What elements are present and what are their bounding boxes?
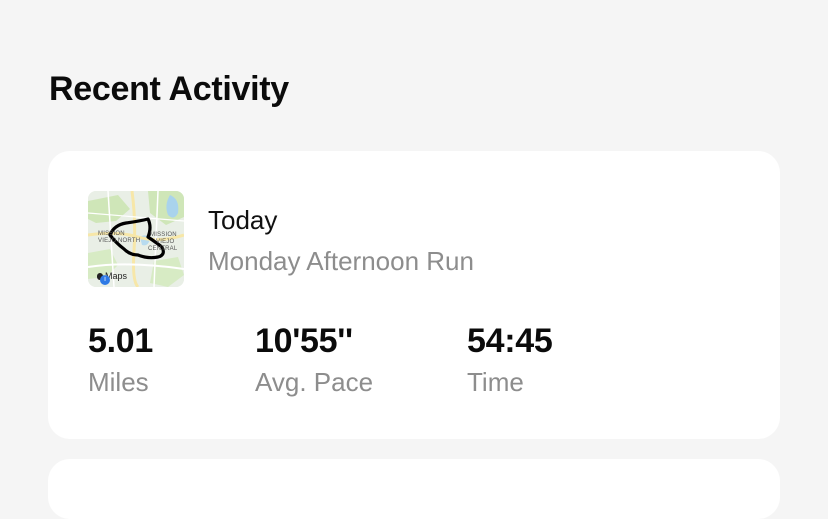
stat-pace: 10'55'' Avg. Pace (255, 321, 373, 397)
map-place-label: NORTH (118, 238, 141, 244)
legal-info-icon[interactable]: i (100, 275, 110, 285)
stat-pace-label: Avg. Pace (255, 367, 374, 397)
map-place-label: CENTRAL (148, 246, 178, 252)
activity-card[interactable]: MISSION VIEJO NORTH MISSION VIEJO CENTRA… (48, 151, 780, 439)
activity-date: Today (208, 205, 278, 235)
stat-time-value: 54:45 (467, 322, 553, 360)
map-place-label: VIEJO (156, 239, 175, 245)
map-place-label: VIEJO (98, 238, 117, 244)
stat-time: 54:45 Time (467, 321, 553, 397)
route-map-thumbnail[interactable]: MISSION VIEJO NORTH MISSION VIEJO CENTRA… (88, 191, 184, 287)
stat-distance-label: Miles (88, 367, 149, 397)
stat-pace-value: 10'55'' (255, 322, 353, 360)
stat-distance: 5.01 Miles (88, 321, 153, 397)
map-place-label: MISSION (98, 231, 125, 237)
section-title: Recent Activity (49, 70, 289, 108)
map-place-label: MISSION (150, 232, 177, 238)
stat-time-label: Time (467, 367, 524, 397)
next-activity-card[interactable] (48, 459, 780, 519)
activity-name: Monday Afternoon Run (208, 246, 474, 276)
stat-distance-value: 5.01 (88, 322, 153, 360)
